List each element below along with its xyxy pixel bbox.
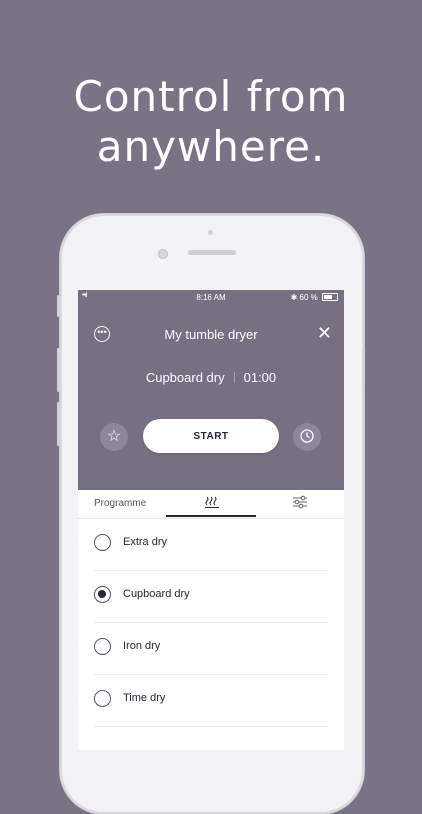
sliders-icon[interactable] <box>288 490 312 518</box>
app-screen: ••ıl 8:16 AM ✱ 60 % ••• My tumble dryer … <box>78 290 344 750</box>
tab-bar: Programme <box>78 490 344 519</box>
start-button[interactable]: START <box>143 419 279 453</box>
selected-program: Cupboard dry <box>145 370 225 385</box>
divider <box>233 372 235 383</box>
battery-icon <box>322 293 338 301</box>
phone-volume-up <box>57 348 60 392</box>
radio-button[interactable] <box>94 638 111 655</box>
option-cupboard-dry[interactable]: Cupboard dry <box>94 571 328 623</box>
close-icon[interactable]: ✕ <box>317 323 332 343</box>
headline-line-2: anywhere. <box>96 122 326 171</box>
headline: Control from anywhere. <box>0 72 422 172</box>
radio-button[interactable] <box>94 534 111 551</box>
timer-icon-glyph <box>300 429 314 443</box>
bluetooth-icon: ✱ <box>290 293 298 302</box>
option-extra-dry[interactable]: Extra dry <box>94 519 328 571</box>
program-options: Extra dry Cupboard dry Iron dry Time dry <box>78 519 344 727</box>
phone-mute-switch <box>57 295 60 317</box>
appliance-header: ••ıl 8:16 AM ✱ 60 % ••• My tumble dryer … <box>78 290 344 490</box>
program-duration: 01:00 <box>243 370 277 385</box>
sliders-icon-glyph <box>293 495 307 509</box>
option-label: Extra dry <box>123 536 168 548</box>
favorite-star-icon[interactable]: ☆ <box>100 423 128 451</box>
option-label: Time dry <box>123 692 166 704</box>
heat-icon[interactable] <box>200 490 224 518</box>
headline-line-1: Control from <box>73 72 349 121</box>
tab-programme[interactable]: Programme <box>94 490 146 518</box>
option-iron-dry[interactable]: Iron dry <box>94 623 328 675</box>
option-label: Cupboard dry <box>123 588 190 600</box>
option-time-dry[interactable]: Time dry <box>94 675 328 727</box>
sensor-dot <box>208 230 213 235</box>
page-title: My tumble dryer <box>164 327 258 342</box>
radio-button[interactable] <box>94 690 111 707</box>
phone-power-button <box>362 348 365 392</box>
status-bar: ••ıl 8:16 AM ✱ 60 % <box>78 290 344 304</box>
front-camera-icon <box>158 249 168 259</box>
earpiece-speaker <box>188 250 236 255</box>
heat-icon-glyph <box>205 496 219 509</box>
timer-icon[interactable] <box>293 423 321 451</box>
active-tab-indicator <box>166 515 256 517</box>
phone-volume-down <box>57 402 60 446</box>
radio-button-selected[interactable] <box>94 586 111 603</box>
battery-percent: 60 % <box>299 293 318 302</box>
status-right: ✱ 60 % <box>291 293 338 302</box>
program-summary: Cupboard dry 01:00 <box>78 370 344 385</box>
option-label: Iron dry <box>123 640 161 652</box>
